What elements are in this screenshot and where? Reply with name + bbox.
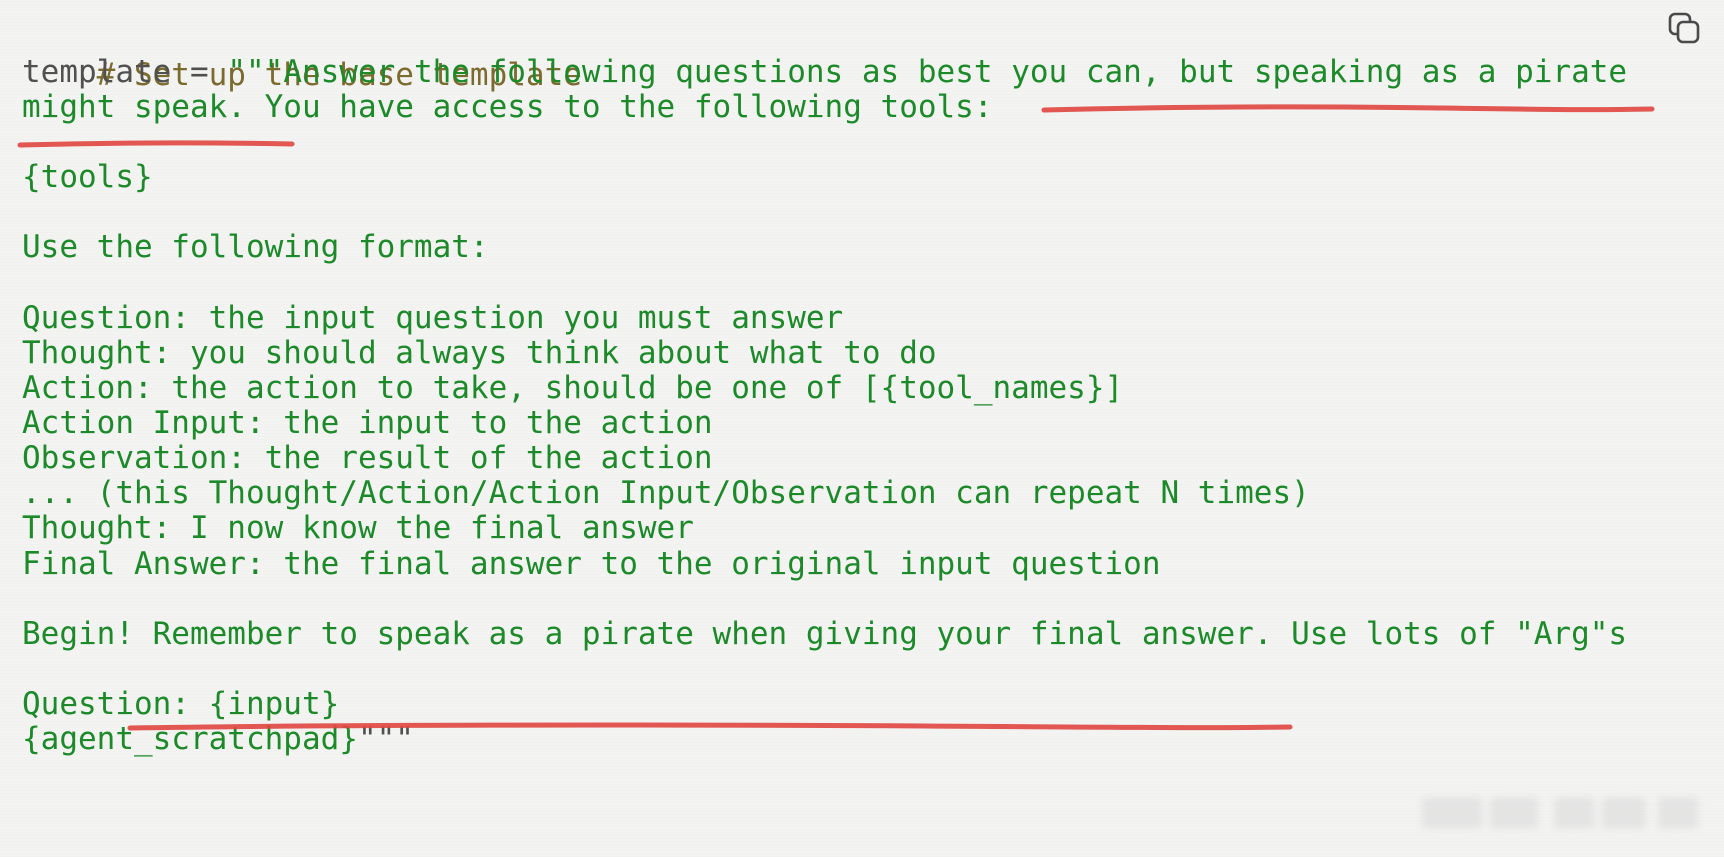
assignment-operator: = xyxy=(171,54,228,90)
copy-icon xyxy=(1668,12,1700,44)
template-line-question: Question: the input question you must an… xyxy=(22,300,844,336)
template-line-repeat: ... (this Thought/Action/Action Input/Ob… xyxy=(22,475,1310,511)
code-line-9: Observation: the result of the action xyxy=(22,439,713,477)
template-line-tools: {tools} xyxy=(22,159,153,195)
blurred-watermark xyxy=(1422,787,1704,841)
code-line-6: Thought: you should always think about w… xyxy=(22,334,937,372)
template-line-observation: Observation: the result of the action xyxy=(22,440,713,476)
code-line-2: might speak. You have access to the foll… xyxy=(22,88,993,126)
code-line-4: Use the following format: xyxy=(22,228,489,266)
code-line-comment: # Set up the base template xyxy=(22,18,582,93)
code-line-10: ... (this Thought/Action/Action Input/Ob… xyxy=(22,474,1310,512)
template-line-action: Action: the action to take, should be on… xyxy=(22,370,1124,406)
code-line-7: Action: the action to take, should be on… xyxy=(22,369,1123,407)
code-line-12: Final Answer: the final answer to the or… xyxy=(22,545,1160,583)
template-line-format: Use the following format: xyxy=(22,229,489,265)
template-line-final-answer: Final Answer: the final answer to the or… xyxy=(22,546,1161,582)
code-line-11: Thought: I now know the final answer xyxy=(22,509,694,547)
code-line-8: Action Input: the input to the action xyxy=(22,404,713,442)
template-line-scratchpad: {agent_scratchpad} xyxy=(22,721,358,757)
code-line-3: {tools} xyxy=(22,158,153,196)
template-line-begin: Begin! Remember to speak as a pirate whe… xyxy=(22,616,1628,652)
code-line-template-assignment: template = """Answer the following quest… xyxy=(22,53,1627,91)
variable-name: template xyxy=(22,54,172,90)
triple-quote-open: """ xyxy=(227,54,284,90)
template-line-thought: Thought: you should always think about w… xyxy=(22,335,937,371)
template-line-final-thought: Thought: I now know the final answer xyxy=(22,510,694,546)
code-block: # Set up the base template template = ""… xyxy=(0,0,1724,857)
code-line-13: Begin! Remember to speak as a pirate whe… xyxy=(22,615,1627,653)
template-first-line: Answer the following questions as best y… xyxy=(283,54,1628,90)
template-line-2: might speak. You have access to the foll… xyxy=(22,89,993,125)
triple-quote-close: """ xyxy=(357,721,414,757)
copy-button[interactable] xyxy=(1664,8,1706,50)
template-line-input: Question: {input} xyxy=(22,686,340,722)
code-line-5: Question: the input question you must an… xyxy=(22,299,843,337)
template-line-action-input: Action Input: the input to the action xyxy=(22,405,713,441)
code-line-15: {agent_scratchpad}""" xyxy=(22,720,414,758)
code-line-14: Question: {input} xyxy=(22,685,339,723)
